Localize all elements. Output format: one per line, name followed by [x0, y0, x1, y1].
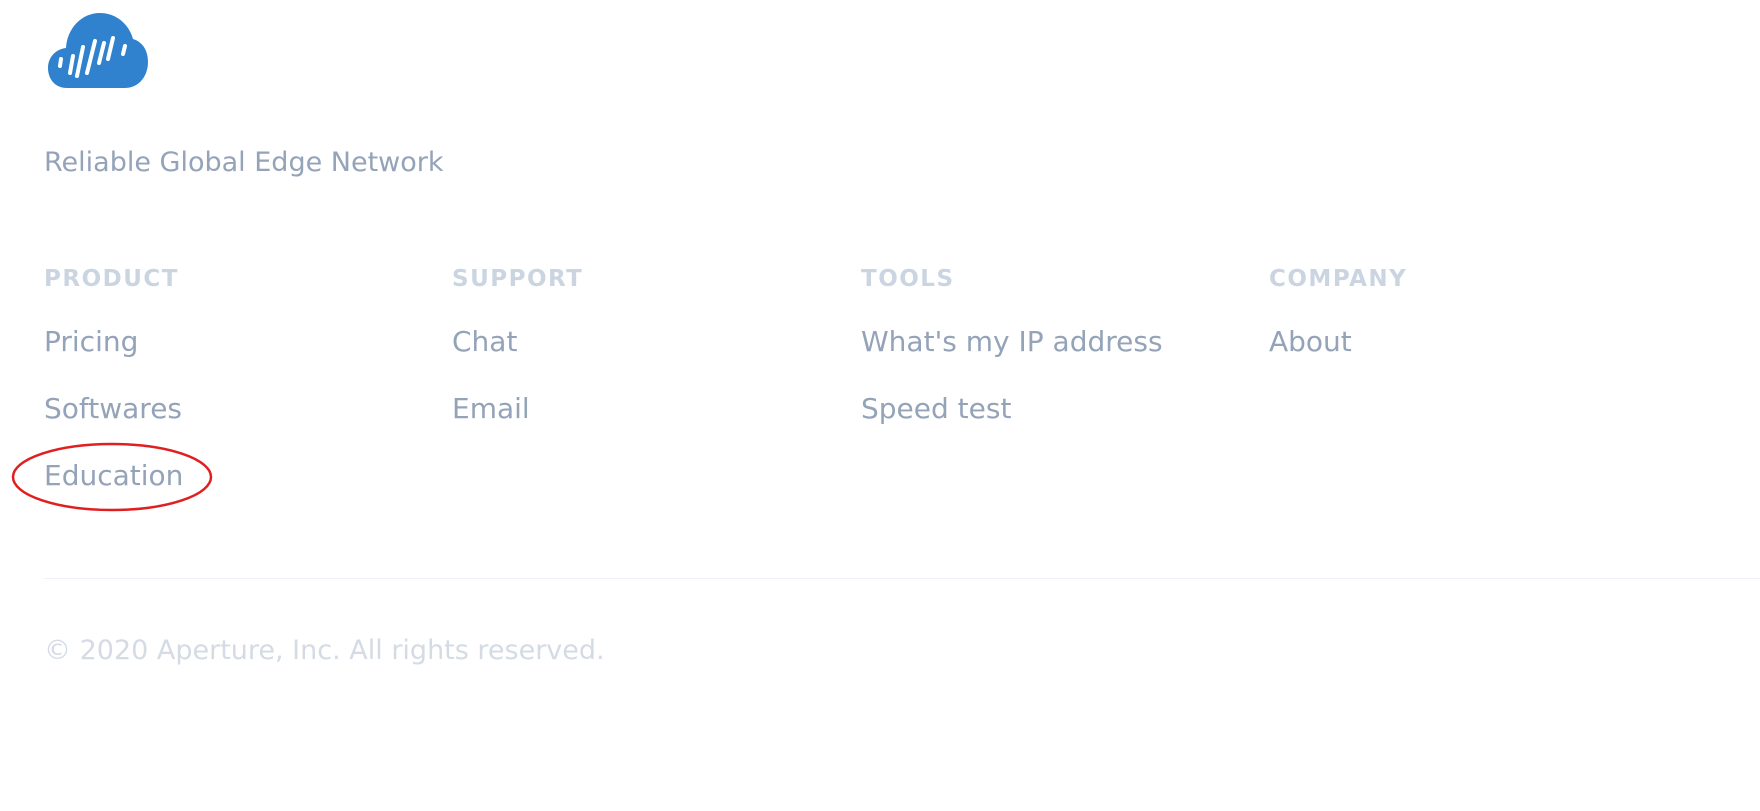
footer-column-product: PRODUCT Pricing Softwares Education	[44, 262, 444, 526]
column-heading-tools: TOOLS	[861, 266, 955, 292]
footer-link-softwares[interactable]: Softwares	[44, 392, 182, 426]
footer-column-tools: TOOLS What's my IP address Speed test	[861, 262, 1261, 459]
footer-link-speed-test[interactable]: Speed test	[861, 392, 1011, 426]
product-links: Pricing Softwares Education	[44, 325, 444, 526]
column-heading-company: COMPANY	[1269, 266, 1408, 292]
footer-link-education[interactable]: Education	[44, 459, 183, 493]
footer-link-about[interactable]: About	[1269, 325, 1352, 359]
column-heading-support: SUPPORT	[452, 266, 584, 292]
brand-tagline: Reliable Global Edge Network	[44, 147, 444, 178]
cloud-soundwave-icon	[48, 13, 148, 88]
brand-logo[interactable]	[47, 12, 149, 90]
site-footer: Reliable Global Edge Network PRODUCT Pri…	[0, 0, 1760, 811]
footer-link-pricing[interactable]: Pricing	[44, 325, 138, 359]
tools-links: What's my IP address Speed test	[861, 325, 1261, 459]
footer-divider	[44, 578, 1760, 579]
footer-link-whats-my-ip[interactable]: What's my IP address	[861, 325, 1163, 359]
column-heading-product: PRODUCT	[44, 266, 179, 292]
copyright-text: © 2020 Aperture, Inc. All rights reserve…	[44, 635, 605, 666]
footer-link-email[interactable]: Email	[452, 392, 530, 426]
footer-column-support: SUPPORT Chat Email	[452, 262, 852, 459]
footer-column-company: COMPANY About	[1269, 262, 1669, 392]
company-links: About	[1269, 325, 1669, 392]
support-links: Chat Email	[452, 325, 852, 459]
footer-link-chat[interactable]: Chat	[452, 325, 517, 359]
